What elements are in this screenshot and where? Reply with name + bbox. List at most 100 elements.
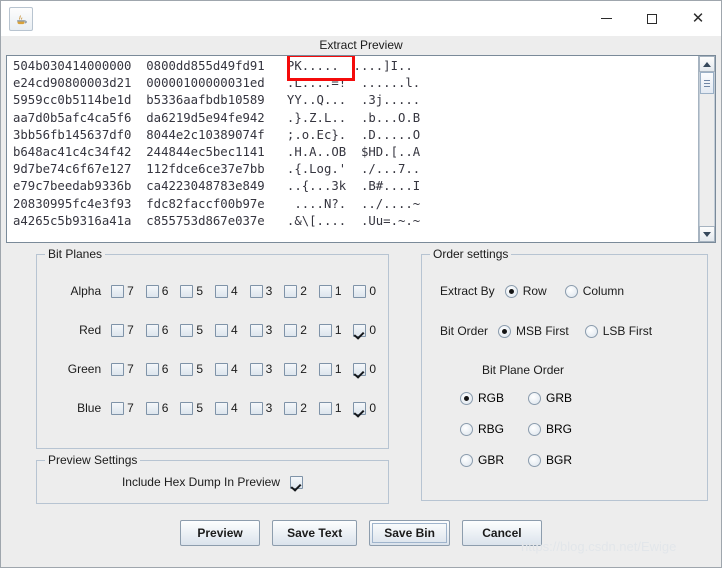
checkbox-blue-bit-4[interactable]: [214, 401, 228, 415]
checkbox-alpha-bit-4[interactable]: [214, 284, 228, 298]
bit-plane-cell[interactable]: 4: [214, 284, 250, 298]
preview-vertical-scrollbar[interactable]: [698, 56, 715, 242]
radio-msb-first[interactable]: [498, 324, 512, 338]
checkbox-green-bit-3[interactable]: [249, 362, 263, 376]
checkbox-alpha-bit-7[interactable]: [111, 284, 125, 298]
radio-row[interactable]: [504, 284, 518, 298]
bit-plane-cell[interactable]: 5: [180, 284, 215, 298]
bit-plane-cell[interactable]: 1: [318, 284, 354, 298]
bit-plane-cell[interactable]: 5: [180, 323, 215, 337]
checkbox-green-bit-1[interactable]: [318, 362, 332, 376]
bit-plane-cell[interactable]: 4: [214, 323, 250, 337]
bit-plane-cell[interactable]: 5: [180, 362, 215, 376]
include-hex-dump-row[interactable]: Include Hex Dump In Preview: [37, 475, 388, 489]
bit-plane-order-option-rgb[interactable]: RGB: [460, 391, 528, 405]
checkbox-green-bit-4[interactable]: [214, 362, 228, 376]
bit-plane-cell[interactable]: 7: [111, 362, 146, 376]
checkbox-red-bit-7[interactable]: [111, 323, 125, 337]
bit-plane-cell[interactable]: 6: [145, 323, 181, 337]
bit-plane-cell[interactable]: 2: [284, 323, 319, 337]
bit-plane-cell[interactable]: 1: [318, 362, 354, 376]
checkbox-blue-bit-6[interactable]: [145, 401, 159, 415]
hex-dump-text[interactable]: 504b030414000000 0800dd855d49fd91 PK....…: [7, 56, 698, 242]
checkbox-red-bit-2[interactable]: [284, 323, 298, 337]
radio-gbr[interactable]: [460, 453, 473, 467]
bit-plane-cell[interactable]: 7: [111, 401, 146, 415]
close-button[interactable]: ✕: [675, 1, 721, 36]
checkbox-blue-bit-7[interactable]: [111, 401, 125, 415]
checkbox-green-bit-7[interactable]: [111, 362, 125, 376]
checkbox-alpha-bit-1[interactable]: [318, 284, 332, 298]
bit-plane-cell[interactable]: 3: [249, 362, 285, 376]
bit-plane-order-option-bgr[interactable]: BGR: [528, 453, 596, 467]
extract-by-option-row[interactable]: Row: [504, 284, 547, 298]
checkbox-red-bit-5[interactable]: [180, 323, 194, 337]
bit-plane-cell[interactable]: 3: [249, 323, 285, 337]
bit-plane-cell[interactable]: 7: [111, 323, 146, 337]
bit-order-option-msb[interactable]: MSB First: [498, 324, 569, 338]
bit-plane-order-option-brg[interactable]: BRG: [528, 422, 596, 436]
bit-plane-cell[interactable]: 0: [353, 401, 388, 415]
bit-plane-cell[interactable]: 4: [214, 401, 250, 415]
bit-plane-cell[interactable]: 2: [284, 401, 319, 415]
checkbox-green-bit-2[interactable]: [284, 362, 298, 376]
checkbox-blue-bit-3[interactable]: [249, 401, 263, 415]
bit-plane-cell[interactable]: 2: [284, 362, 319, 376]
scroll-up-button[interactable]: [699, 56, 715, 72]
checkbox-red-bit-3[interactable]: [249, 323, 263, 337]
save-bin-button[interactable]: Save Bin: [369, 520, 450, 546]
bit-plane-cell[interactable]: 6: [145, 401, 181, 415]
bit-plane-cell[interactable]: 3: [249, 284, 285, 298]
bit-plane-cell[interactable]: 0: [353, 284, 388, 298]
checkbox-red-bit-1[interactable]: [318, 323, 332, 337]
bit-plane-cell[interactable]: 3: [249, 401, 285, 415]
maximize-button[interactable]: [629, 1, 675, 36]
scroll-down-button[interactable]: [699, 226, 715, 242]
checkbox-green-bit-5[interactable]: [180, 362, 194, 376]
radio-grb[interactable]: [528, 391, 541, 405]
bit-plane-cell[interactable]: 1: [318, 401, 354, 415]
bit-plane-cell[interactable]: 6: [145, 362, 181, 376]
checkbox-blue-bit-2[interactable]: [284, 401, 298, 415]
checkbox-green-bit-6[interactable]: [145, 362, 159, 376]
radio-column[interactable]: [564, 284, 578, 298]
bit-plane-cell[interactable]: 7: [111, 284, 146, 298]
radio-rbg[interactable]: [460, 422, 473, 436]
checkbox-blue-bit-0[interactable]: [353, 401, 367, 415]
bit-plane-cell[interactable]: 2: [284, 284, 319, 298]
bit-plane-order-option-grb[interactable]: GRB: [528, 391, 596, 405]
checkbox-red-bit-0[interactable]: [353, 323, 367, 337]
radio-lsb-first[interactable]: [584, 324, 598, 338]
checkbox-alpha-bit-2[interactable]: [284, 284, 298, 298]
bit-plane-cell[interactable]: 4: [214, 362, 250, 376]
bit-plane-order-option-rbg[interactable]: RBG: [460, 422, 528, 436]
checkbox-blue-bit-5[interactable]: [180, 401, 194, 415]
preview-button[interactable]: Preview: [180, 520, 261, 546]
bit-plane-cell[interactable]: 0: [353, 323, 388, 337]
checkbox-alpha-bit-5[interactable]: [180, 284, 194, 298]
extract-by-option-column[interactable]: Column: [564, 284, 624, 298]
scrollbar-track[interactable]: [699, 72, 715, 226]
scrollbar-thumb[interactable]: [700, 72, 714, 94]
save-text-button[interactable]: Save Text: [272, 520, 358, 546]
minimize-button[interactable]: [583, 1, 629, 36]
radio-bgr[interactable]: [528, 453, 541, 467]
radio-rbg-label: RBG: [478, 422, 505, 436]
checkbox-red-bit-6[interactable]: [145, 323, 159, 337]
include-hex-dump-checkbox[interactable]: [290, 475, 304, 489]
checkbox-blue-bit-1[interactable]: [318, 401, 332, 415]
bit-plane-cell[interactable]: 1: [318, 323, 354, 337]
checkbox-alpha-bit-6[interactable]: [145, 284, 159, 298]
radio-rgb[interactable]: [460, 391, 473, 405]
checkbox-green-bit-0[interactable]: [353, 362, 367, 376]
checkbox-red-bit-4[interactable]: [214, 323, 228, 337]
bit-plane-cell[interactable]: 0: [353, 362, 388, 376]
bit-order-option-lsb[interactable]: LSB First: [584, 324, 652, 338]
checkbox-alpha-bit-3[interactable]: [249, 284, 263, 298]
bit-plane-cell[interactable]: 6: [145, 284, 181, 298]
bit-plane-cell[interactable]: 5: [180, 401, 215, 415]
cancel-button[interactable]: Cancel: [461, 520, 542, 546]
radio-brg[interactable]: [528, 422, 541, 436]
bit-plane-order-option-gbr[interactable]: GBR: [460, 453, 528, 467]
checkbox-alpha-bit-0[interactable]: [353, 284, 367, 298]
